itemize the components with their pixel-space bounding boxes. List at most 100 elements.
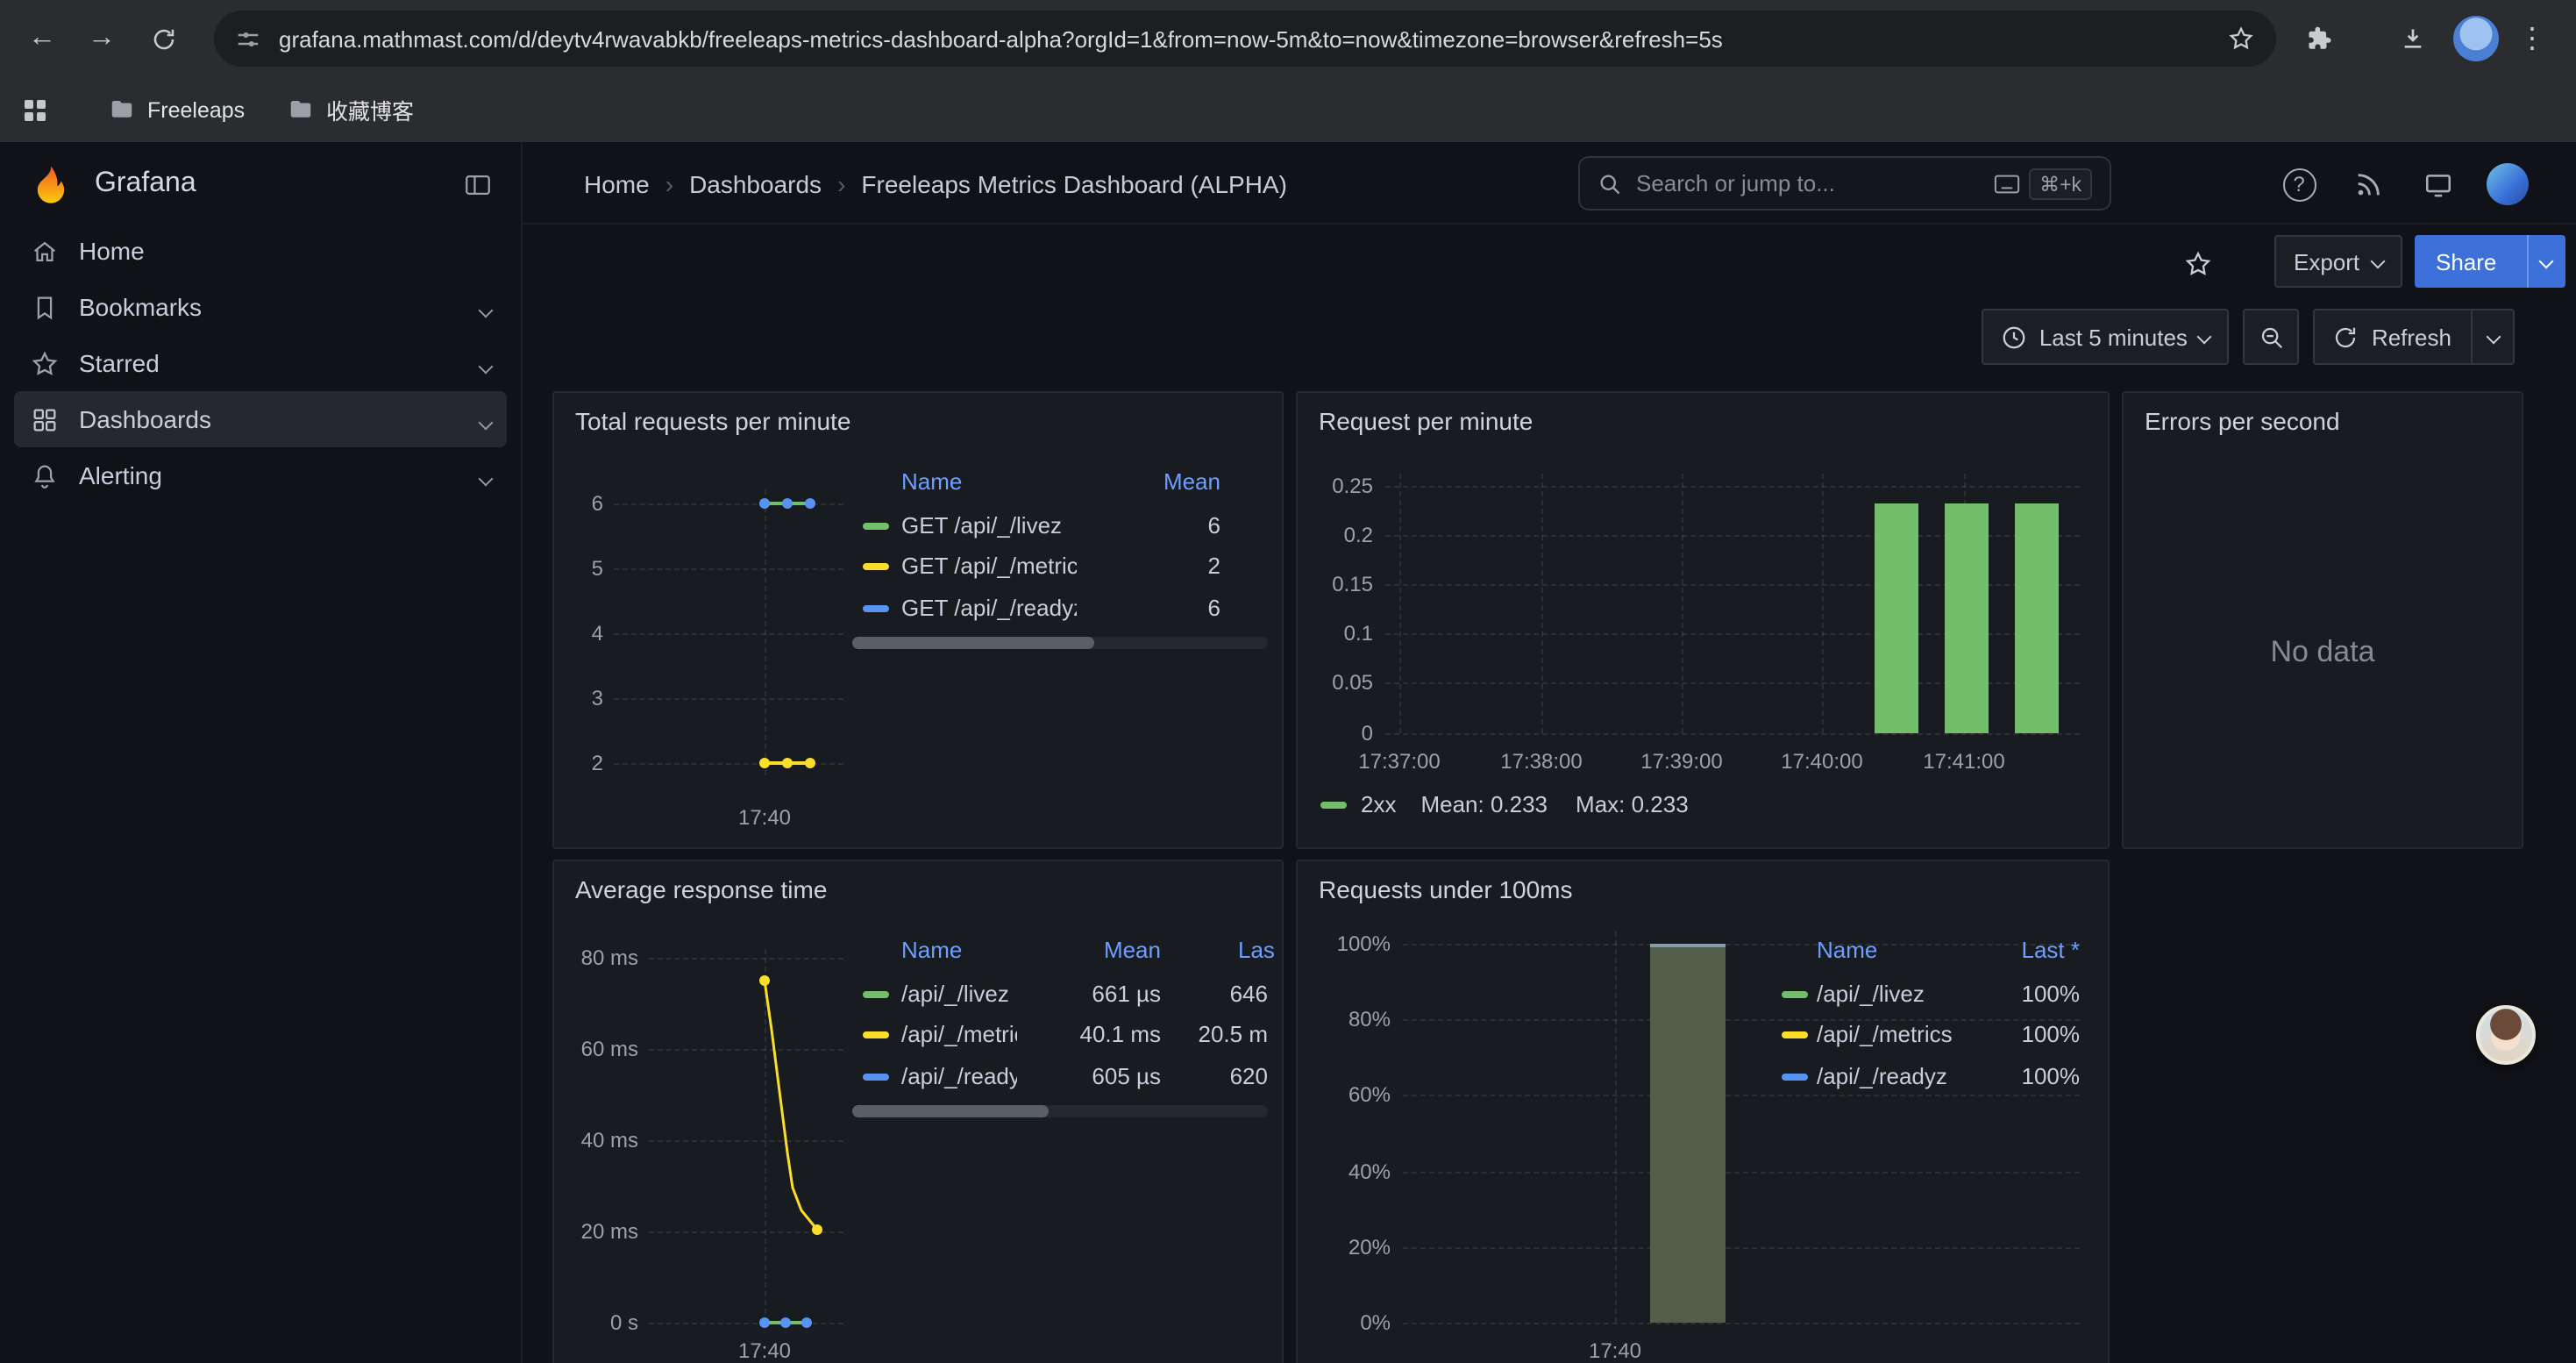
legend-series-name[interactable]: GET /api/_/readyz [901, 595, 1077, 621]
sidebar-item-dashboards[interactable]: Dashboards [14, 391, 507, 447]
sidebar-item-home[interactable]: Home [14, 223, 507, 279]
bar-2xx[interactable] [2015, 503, 2059, 733]
search-box[interactable]: ⌘+k [1578, 156, 2111, 211]
legend-scrollbar[interactable] [852, 1105, 1268, 1117]
assistant-avatar[interactable] [2476, 1005, 2536, 1065]
y-tick: 0.15 [1313, 572, 1373, 596]
bookmark-folder-blogs[interactable]: 收藏博客 [277, 89, 424, 130]
legend-header-name[interactable]: Name [901, 468, 962, 495]
site-info-icon[interactable] [235, 25, 261, 52]
legend-header-last[interactable]: Las [1238, 937, 1275, 963]
series-swatch [1782, 1074, 1808, 1081]
panel-title[interactable]: Request per minute [1319, 407, 1533, 435]
time-range-label: Last 5 minutes [2039, 324, 2188, 350]
legend-scrollbar[interactable] [852, 637, 1268, 649]
browser-menu-button[interactable]: ⋮ [2508, 14, 2557, 63]
x-tick: 17:40 [712, 805, 817, 830]
sidebar-item-label: Alerting [79, 461, 162, 489]
gridline [1403, 1172, 2080, 1174]
legend-series-name[interactable]: /api/_/metrics [901, 1021, 1017, 1047]
search-input[interactable] [1636, 170, 1980, 196]
share-button[interactable]: Share [2415, 235, 2565, 288]
chevron-down-icon[interactable] [480, 293, 491, 321]
sidebar-item-alerting[interactable]: Alerting [14, 447, 507, 503]
sidebar-item-label: Bookmarks [79, 293, 202, 321]
help-button[interactable]: ? [2274, 160, 2323, 209]
favorite-dashboard-button[interactable] [2173, 239, 2222, 288]
shortcut-label: ⌘+k [2029, 168, 2092, 199]
bar-2xx[interactable] [1945, 503, 1989, 733]
chevron-down-icon[interactable] [480, 349, 491, 377]
refresh-interval-button[interactable] [2471, 309, 2513, 365]
url-bar[interactable]: grafana.mathmast.com/d/deytv4rwavabkb/fr… [214, 11, 2276, 67]
grafana-logo[interactable] [28, 161, 74, 207]
kiosk-mode-button[interactable] [2413, 160, 2462, 209]
keyboard-icon [1994, 173, 2020, 194]
sidebar-item-starred[interactable]: Starred [14, 335, 507, 391]
y-tick: 0.2 [1313, 523, 1373, 547]
panel-title[interactable]: Requests under 100ms [1319, 875, 1573, 903]
legend-scrollbar-thumb[interactable] [852, 1105, 1049, 1117]
export-button[interactable]: Export [2274, 235, 2402, 288]
extensions-button[interactable] [2294, 14, 2343, 63]
chevron-down-icon[interactable] [480, 461, 491, 489]
news-button[interactable] [2343, 160, 2392, 209]
legend-header-last[interactable]: Last * [1939, 937, 2080, 963]
url-text[interactable]: grafana.mathmast.com/d/deytv4rwavabkb/fr… [279, 25, 2227, 52]
bar-2xx[interactable] [1875, 503, 1918, 733]
breadcrumb-separator: › [665, 169, 673, 197]
breadcrumb-current: Freeleaps Metrics Dashboard (ALPHA) [861, 169, 1287, 197]
legend-header-mean[interactable]: Mean [1021, 937, 1161, 963]
legend-series-name[interactable]: GET /api/_/livez [901, 512, 1077, 539]
legend-series-name[interactable]: /api/_/readyz [901, 1063, 1017, 1089]
time-range-picker[interactable]: Last 5 minutes [1982, 309, 2230, 365]
y-tick: 0.1 [1313, 621, 1373, 646]
bar-100-percent[interactable] [1650, 944, 1726, 1323]
legend-series-last: 100% [1939, 981, 2080, 1007]
browser-window: ← → grafana.mathmast.com/d/deytv4rwavabk… [0, 0, 2576, 1363]
user-avatar[interactable] [2487, 163, 2529, 205]
legend-series-last: 100% [1939, 1063, 2080, 1089]
breadcrumb-dashboards[interactable]: Dashboards [689, 169, 822, 197]
gridline [1682, 474, 1683, 733]
chevron-down-icon[interactable] [480, 405, 491, 433]
legend-series-last: 100% [1939, 1021, 2080, 1047]
forward-button[interactable]: → [77, 14, 126, 63]
bookmark-folder-freeleaps[interactable]: Freeleaps [98, 89, 255, 130]
legend-header-name[interactable]: Name [1817, 937, 1877, 963]
legend-series-mean: 661 µs [1021, 981, 1161, 1007]
legend-series-name[interactable]: GET /api/_/metrics [901, 553, 1077, 579]
apps-grid-button[interactable] [21, 96, 49, 125]
gridline [1403, 1323, 2080, 1324]
refresh-icon [2333, 324, 2359, 350]
sidebar-item-label: Starred [79, 349, 160, 377]
share-menu-button[interactable] [2526, 235, 2565, 288]
legend-series-last: 20.5 m [1180, 1021, 1268, 1047]
legend-header-mean[interactable]: Mean [1080, 468, 1220, 495]
x-tick: 17:40:00 [1766, 749, 1878, 774]
y-tick: 0% [1313, 1310, 1391, 1335]
downloads-button[interactable] [2388, 14, 2437, 63]
sidebar-item-bookmarks[interactable]: Bookmarks [14, 279, 507, 335]
reload-button[interactable] [139, 14, 188, 63]
back-icon: ← [28, 23, 56, 54]
gridline [1399, 474, 1401, 733]
legend-series-name[interactable]: /api/_/livez [901, 981, 1017, 1007]
browser-profile-avatar[interactable] [2453, 16, 2499, 61]
legend-series-name[interactable]: 2xx [1361, 791, 1396, 817]
clock-icon [2001, 324, 2027, 350]
dock-sidebar-icon[interactable] [463, 169, 493, 199]
grafana-app: Grafana Home Bookmarks Starred Dashboard… [0, 142, 2576, 1363]
panel-title[interactable]: Errors per second [2145, 407, 2340, 435]
legend-scrollbar-thumb[interactable] [852, 637, 1094, 649]
refresh-button[interactable]: Refresh [2314, 309, 2515, 365]
back-button[interactable]: ← [18, 14, 67, 63]
gridline [1615, 931, 1617, 1323]
bookmark-label: 收藏博客 [326, 93, 414, 126]
legend-series-mean: 40.1 ms [1021, 1021, 1161, 1047]
main-area: Home › Dashboards › Freeleaps Metrics Da… [523, 142, 2576, 1363]
bookmark-star-icon[interactable] [2227, 25, 2255, 53]
legend-header-name[interactable]: Name [901, 937, 962, 963]
breadcrumb-home[interactable]: Home [584, 169, 650, 197]
zoom-out-button[interactable] [2244, 309, 2300, 365]
